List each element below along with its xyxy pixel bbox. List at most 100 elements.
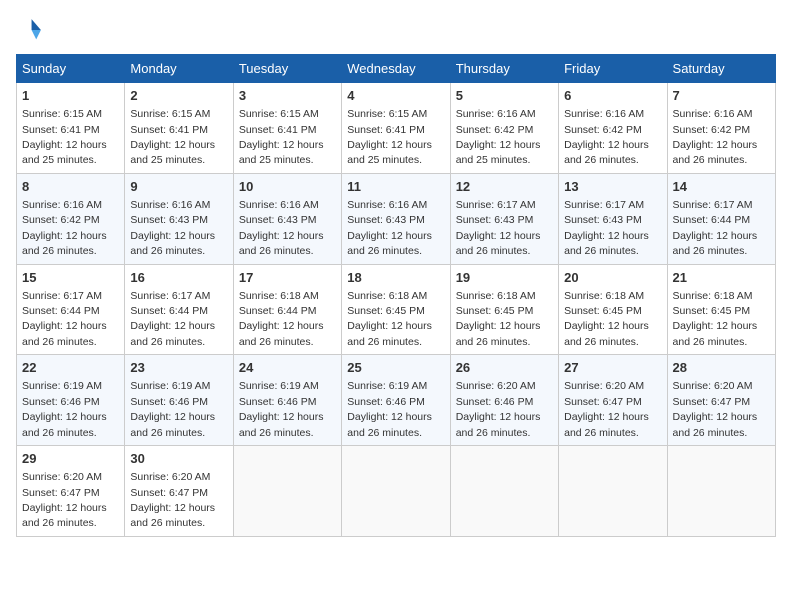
header-cell-tuesday: Tuesday <box>233 55 341 83</box>
calendar-cell <box>233 446 341 537</box>
page-header <box>16 16 776 44</box>
calendar-week-5: 29 Sunrise: 6:20 AMSunset: 6:47 PMDaylig… <box>17 446 776 537</box>
calendar-cell: 12 Sunrise: 6:17 AMSunset: 6:43 PMDaylig… <box>450 173 558 264</box>
calendar-cell: 24 Sunrise: 6:19 AMSunset: 6:46 PMDaylig… <box>233 355 341 446</box>
cell-info: Sunrise: 6:18 AMSunset: 6:45 PMDaylight:… <box>347 290 432 348</box>
calendar-cell: 9 Sunrise: 6:16 AMSunset: 6:43 PMDayligh… <box>125 173 233 264</box>
calendar-week-2: 8 Sunrise: 6:16 AMSunset: 6:42 PMDayligh… <box>17 173 776 264</box>
cell-info: Sunrise: 6:18 AMSunset: 6:45 PMDaylight:… <box>564 290 649 348</box>
calendar-cell: 27 Sunrise: 6:20 AMSunset: 6:47 PMDaylig… <box>559 355 667 446</box>
calendar-week-4: 22 Sunrise: 6:19 AMSunset: 6:46 PMDaylig… <box>17 355 776 446</box>
cell-info: Sunrise: 6:20 AMSunset: 6:46 PMDaylight:… <box>456 380 541 438</box>
calendar-cell <box>342 446 450 537</box>
cell-info: Sunrise: 6:19 AMSunset: 6:46 PMDaylight:… <box>130 380 215 438</box>
cell-info: Sunrise: 6:18 AMSunset: 6:44 PMDaylight:… <box>239 290 324 348</box>
day-number: 28 <box>673 359 770 377</box>
calendar-cell <box>450 446 558 537</box>
cell-info: Sunrise: 6:20 AMSunset: 6:47 PMDaylight:… <box>673 380 758 438</box>
header-row: SundayMondayTuesdayWednesdayThursdayFrid… <box>17 55 776 83</box>
day-number: 7 <box>673 87 770 105</box>
cell-info: Sunrise: 6:17 AMSunset: 6:43 PMDaylight:… <box>564 199 649 257</box>
calendar-cell: 17 Sunrise: 6:18 AMSunset: 6:44 PMDaylig… <box>233 264 341 355</box>
calendar-week-1: 1 Sunrise: 6:15 AMSunset: 6:41 PMDayligh… <box>17 83 776 174</box>
header-cell-wednesday: Wednesday <box>342 55 450 83</box>
cell-info: Sunrise: 6:16 AMSunset: 6:42 PMDaylight:… <box>564 108 649 166</box>
calendar-cell: 4 Sunrise: 6:15 AMSunset: 6:41 PMDayligh… <box>342 83 450 174</box>
day-number: 15 <box>22 269 119 287</box>
calendar-body: 1 Sunrise: 6:15 AMSunset: 6:41 PMDayligh… <box>17 83 776 537</box>
day-number: 21 <box>673 269 770 287</box>
calendar-cell: 3 Sunrise: 6:15 AMSunset: 6:41 PMDayligh… <box>233 83 341 174</box>
calendar-cell: 21 Sunrise: 6:18 AMSunset: 6:45 PMDaylig… <box>667 264 775 355</box>
cell-info: Sunrise: 6:19 AMSunset: 6:46 PMDaylight:… <box>22 380 107 438</box>
header-cell-saturday: Saturday <box>667 55 775 83</box>
day-number: 27 <box>564 359 661 377</box>
day-number: 9 <box>130 178 227 196</box>
day-number: 17 <box>239 269 336 287</box>
day-number: 14 <box>673 178 770 196</box>
day-number: 5 <box>456 87 553 105</box>
calendar-cell: 14 Sunrise: 6:17 AMSunset: 6:44 PMDaylig… <box>667 173 775 264</box>
calendar-cell: 18 Sunrise: 6:18 AMSunset: 6:45 PMDaylig… <box>342 264 450 355</box>
day-number: 29 <box>22 450 119 468</box>
cell-info: Sunrise: 6:19 AMSunset: 6:46 PMDaylight:… <box>347 380 432 438</box>
calendar-cell: 8 Sunrise: 6:16 AMSunset: 6:42 PMDayligh… <box>17 173 125 264</box>
calendar-cell: 30 Sunrise: 6:20 AMSunset: 6:47 PMDaylig… <box>125 446 233 537</box>
cell-info: Sunrise: 6:17 AMSunset: 6:44 PMDaylight:… <box>130 290 215 348</box>
calendar-cell: 10 Sunrise: 6:16 AMSunset: 6:43 PMDaylig… <box>233 173 341 264</box>
cell-info: Sunrise: 6:16 AMSunset: 6:43 PMDaylight:… <box>347 199 432 257</box>
header-cell-thursday: Thursday <box>450 55 558 83</box>
day-number: 20 <box>564 269 661 287</box>
header-cell-monday: Monday <box>125 55 233 83</box>
cell-info: Sunrise: 6:16 AMSunset: 6:42 PMDaylight:… <box>673 108 758 166</box>
day-number: 6 <box>564 87 661 105</box>
calendar-cell: 11 Sunrise: 6:16 AMSunset: 6:43 PMDaylig… <box>342 173 450 264</box>
cell-info: Sunrise: 6:20 AMSunset: 6:47 PMDaylight:… <box>130 471 215 529</box>
calendar-cell: 26 Sunrise: 6:20 AMSunset: 6:46 PMDaylig… <box>450 355 558 446</box>
header-cell-friday: Friday <box>559 55 667 83</box>
calendar-cell: 19 Sunrise: 6:18 AMSunset: 6:45 PMDaylig… <box>450 264 558 355</box>
calendar-cell: 22 Sunrise: 6:19 AMSunset: 6:46 PMDaylig… <box>17 355 125 446</box>
calendar-cell: 13 Sunrise: 6:17 AMSunset: 6:43 PMDaylig… <box>559 173 667 264</box>
calendar-cell: 2 Sunrise: 6:15 AMSunset: 6:41 PMDayligh… <box>125 83 233 174</box>
day-number: 8 <box>22 178 119 196</box>
day-number: 30 <box>130 450 227 468</box>
calendar-cell: 7 Sunrise: 6:16 AMSunset: 6:42 PMDayligh… <box>667 83 775 174</box>
logo <box>16 16 48 44</box>
day-number: 3 <box>239 87 336 105</box>
cell-info: Sunrise: 6:16 AMSunset: 6:43 PMDaylight:… <box>239 199 324 257</box>
day-number: 10 <box>239 178 336 196</box>
calendar-cell: 23 Sunrise: 6:19 AMSunset: 6:46 PMDaylig… <box>125 355 233 446</box>
day-number: 22 <box>22 359 119 377</box>
calendar-cell <box>667 446 775 537</box>
calendar-cell: 20 Sunrise: 6:18 AMSunset: 6:45 PMDaylig… <box>559 264 667 355</box>
calendar-cell: 16 Sunrise: 6:17 AMSunset: 6:44 PMDaylig… <box>125 264 233 355</box>
day-number: 19 <box>456 269 553 287</box>
cell-info: Sunrise: 6:16 AMSunset: 6:43 PMDaylight:… <box>130 199 215 257</box>
calendar-cell: 25 Sunrise: 6:19 AMSunset: 6:46 PMDaylig… <box>342 355 450 446</box>
calendar-cell: 15 Sunrise: 6:17 AMSunset: 6:44 PMDaylig… <box>17 264 125 355</box>
calendar-table: SundayMondayTuesdayWednesdayThursdayFrid… <box>16 54 776 537</box>
cell-info: Sunrise: 6:18 AMSunset: 6:45 PMDaylight:… <box>456 290 541 348</box>
calendar-cell: 6 Sunrise: 6:16 AMSunset: 6:42 PMDayligh… <box>559 83 667 174</box>
cell-info: Sunrise: 6:16 AMSunset: 6:42 PMDaylight:… <box>456 108 541 166</box>
calendar-cell: 29 Sunrise: 6:20 AMSunset: 6:47 PMDaylig… <box>17 446 125 537</box>
cell-info: Sunrise: 6:16 AMSunset: 6:42 PMDaylight:… <box>22 199 107 257</box>
cell-info: Sunrise: 6:17 AMSunset: 6:44 PMDaylight:… <box>673 199 758 257</box>
day-number: 11 <box>347 178 444 196</box>
day-number: 4 <box>347 87 444 105</box>
calendar-header: SundayMondayTuesdayWednesdayThursdayFrid… <box>17 55 776 83</box>
cell-info: Sunrise: 6:19 AMSunset: 6:46 PMDaylight:… <box>239 380 324 438</box>
day-number: 23 <box>130 359 227 377</box>
day-number: 2 <box>130 87 227 105</box>
cell-info: Sunrise: 6:17 AMSunset: 6:44 PMDaylight:… <box>22 290 107 348</box>
header-cell-sunday: Sunday <box>17 55 125 83</box>
day-number: 12 <box>456 178 553 196</box>
calendar-cell: 5 Sunrise: 6:16 AMSunset: 6:42 PMDayligh… <box>450 83 558 174</box>
cell-info: Sunrise: 6:20 AMSunset: 6:47 PMDaylight:… <box>564 380 649 438</box>
cell-info: Sunrise: 6:15 AMSunset: 6:41 PMDaylight:… <box>347 108 432 166</box>
cell-info: Sunrise: 6:20 AMSunset: 6:47 PMDaylight:… <box>22 471 107 529</box>
day-number: 25 <box>347 359 444 377</box>
day-number: 26 <box>456 359 553 377</box>
cell-info: Sunrise: 6:15 AMSunset: 6:41 PMDaylight:… <box>130 108 215 166</box>
